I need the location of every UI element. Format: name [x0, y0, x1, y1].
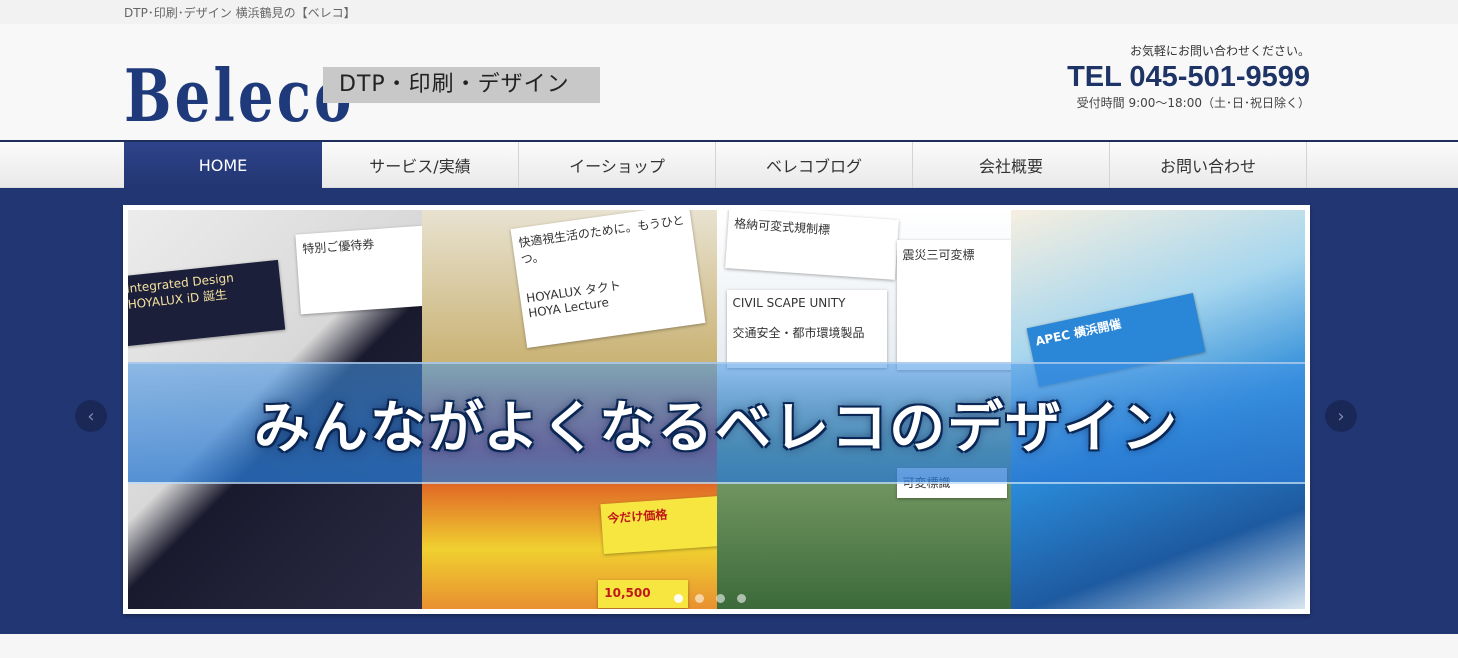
- card-text: 特別ご優待券: [301, 237, 375, 257]
- nav-item-blog[interactable]: ベレコブログ: [716, 142, 913, 188]
- nav-item-services[interactable]: サービス/実績: [322, 142, 519, 188]
- nav-item-home[interactable]: HOME: [124, 142, 322, 188]
- logo-wordmark: Beleco: [124, 53, 355, 138]
- slider-dot[interactable]: [695, 594, 704, 603]
- card-text: 今だけ価格: [607, 507, 669, 526]
- site-header: Beleco DTP・印刷・デザイン お気軽にお問い合わせください。 TEL 0…: [0, 24, 1458, 142]
- catalog-card: 震災三可変標: [896, 240, 1011, 370]
- slider-dot[interactable]: [737, 594, 746, 603]
- price-card: 今だけ価格: [600, 495, 717, 555]
- chevron-left-icon: ‹: [87, 405, 95, 427]
- hero-stage: ‹ Integrated Design HOYALUX iD 誕生 特別ご優待券…: [0, 188, 1458, 634]
- page-footer-strip: [0, 634, 1458, 658]
- catalog-card: CIVIL SCAPE UNITY 交通安全・都市環境製品: [726, 290, 887, 368]
- card-text: 交通安全・都市環境製品: [732, 326, 865, 340]
- slider-dot[interactable]: [716, 594, 725, 603]
- card-text: APEC 横浜開催: [1033, 316, 1123, 349]
- logo-subtitle: DTP・印刷・デザイン: [323, 67, 600, 103]
- slider-dot[interactable]: [674, 594, 683, 603]
- site-tagline: DTP･印刷･デザイン 横浜鶴見の【ベレコ】: [124, 6, 356, 20]
- global-nav: HOME サービス/実績 イーショップ ベレコブログ 会社概要 お問い合わせ: [0, 142, 1458, 188]
- card-text: 格納可変式規制標: [733, 216, 831, 238]
- nav-item-contact[interactable]: お問い合わせ: [1110, 142, 1307, 188]
- promo-card: Integrated Design HOYALUX iD 誕生: [128, 259, 286, 347]
- hero-banner: みんながよくなるベレコのデザイン: [128, 362, 1305, 484]
- brochure-card: 快適視生活のために。もうひとつ。 HOYALUX タクト HOYA Lectur…: [510, 210, 706, 348]
- nav-item-eshop[interactable]: イーショップ: [519, 142, 716, 188]
- catalog-card: 格納可変式規制標: [724, 210, 899, 280]
- card-text: CIVIL SCAPE UNITY: [732, 296, 846, 310]
- card-text: 10,500: [604, 586, 651, 600]
- slide-image: Integrated Design HOYALUX iD 誕生 特別ご優待券 快…: [128, 210, 1305, 609]
- contact-block: お気軽にお問い合わせください。 TEL 045-501-9599 受付時間 9:…: [1067, 42, 1310, 111]
- card-text: 震災三可変標: [902, 248, 975, 262]
- coupon-card: 特別ご優待券: [295, 225, 423, 315]
- slider-next-button[interactable]: ›: [1325, 400, 1357, 432]
- chevron-right-icon: ›: [1337, 405, 1345, 427]
- hero-slide[interactable]: Integrated Design HOYALUX iD 誕生 特別ご優待券 快…: [123, 205, 1310, 614]
- phone-number[interactable]: TEL 045-501-9599: [1067, 60, 1310, 94]
- card-text: 快適視生活のために。もうひとつ。: [517, 212, 686, 267]
- slider-pagination: [674, 594, 746, 603]
- top-bar: DTP･印刷･デザイン 横浜鶴見の【ベレコ】: [0, 0, 1458, 24]
- nav-item-company[interactable]: 会社概要: [913, 142, 1110, 188]
- contact-note: お気軽にお問い合わせください。: [1129, 44, 1310, 58]
- business-hours: 受付時間 9:00～18:00（土･日･祝日除く）: [1076, 96, 1310, 110]
- hero-headline: みんながよくなるベレコのデザイン: [253, 395, 1180, 461]
- slider-prev-button[interactable]: ‹: [75, 400, 107, 432]
